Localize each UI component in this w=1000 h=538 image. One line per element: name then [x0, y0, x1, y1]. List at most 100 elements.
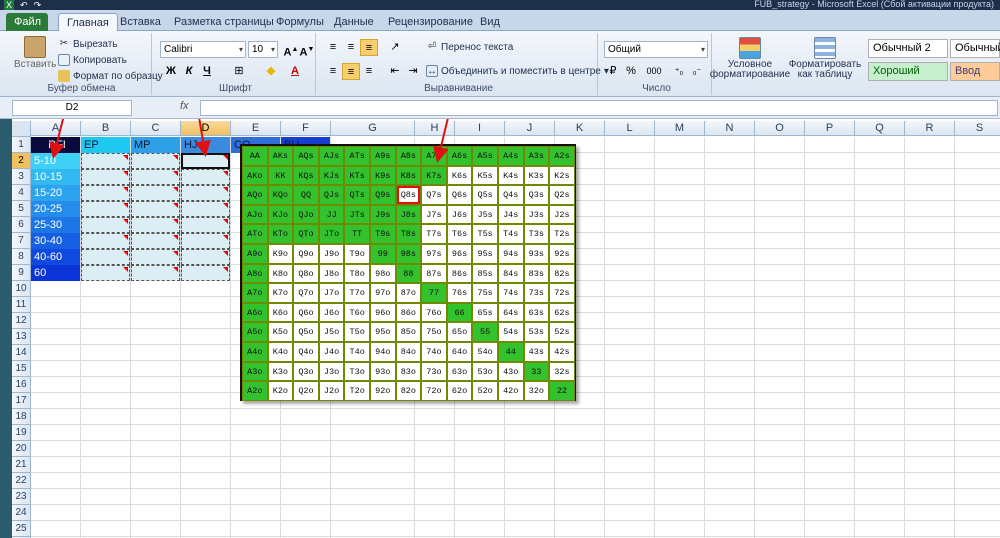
row-header-4[interactable]: 4	[12, 185, 31, 201]
undo-icon[interactable]: ↶	[20, 0, 28, 10]
hand-cell[interactable]: J5s	[472, 204, 498, 225]
row-header-22[interactable]: 22	[12, 473, 31, 489]
align-bottom-icon[interactable]: ≡	[360, 39, 378, 56]
redo-icon[interactable]: ↷	[34, 0, 42, 10]
style-normal-2[interactable]: Обычный 2	[868, 39, 948, 58]
hand-cell[interactable]: T6o	[344, 302, 370, 323]
hand-cell[interactable]: 87o	[395, 283, 422, 303]
hand-cell[interactable]: Q9s	[369, 185, 396, 205]
borders-icon[interactable]: ⊞	[230, 63, 248, 80]
font-size-select[interactable]: 10 ▾	[248, 41, 278, 58]
column-header-e[interactable]: E	[231, 121, 281, 136]
hand-cell[interactable]: Q3s	[523, 185, 550, 205]
hand-cell[interactable]: JTs	[344, 204, 370, 225]
font-color-icon[interactable]: A	[286, 63, 304, 80]
hand-cell[interactable]: KJo	[267, 204, 294, 225]
hand-cell[interactable]: 82o	[395, 381, 422, 401]
hand-cell[interactable]: 52o	[472, 381, 498, 401]
hand-cell[interactable]: ATo	[242, 224, 268, 244]
fx-icon[interactable]: fx	[180, 100, 189, 112]
range-cell[interactable]	[81, 201, 130, 217]
row-header-18[interactable]: 18	[12, 409, 31, 425]
decrease-indent-icon[interactable]: ⇤	[386, 63, 404, 80]
hand-cell[interactable]: 84o	[395, 341, 422, 362]
range-cell[interactable]	[81, 185, 130, 201]
hand-cell[interactable]: JTo	[318, 224, 345, 244]
hand-cell[interactable]: KTo	[267, 224, 294, 244]
hand-cell[interactable]: K6o	[267, 302, 294, 323]
column-header-a[interactable]: A	[31, 121, 81, 136]
hand-cell[interactable]: T9o	[344, 243, 370, 264]
row-header-17[interactable]: 17	[12, 393, 31, 409]
hand-cell[interactable]: A6o	[242, 302, 268, 323]
shrink-font-icon[interactable]: A▼	[298, 41, 316, 59]
row-header-16[interactable]: 16	[12, 377, 31, 393]
hand-cell[interactable]: 72o	[421, 381, 447, 401]
hand-cell[interactable]: 92s	[549, 243, 575, 264]
column-header-n[interactable]: N	[705, 121, 755, 136]
hand-cell[interactable]: A3s	[523, 146, 550, 166]
italic-button[interactable]: К	[180, 63, 198, 80]
orientation-icon[interactable]: ↗	[386, 39, 404, 56]
hand-cell[interactable]: K5s	[472, 165, 498, 186]
hand-cell[interactable]: A8s	[395, 146, 422, 166]
hand-cell[interactable]: Q5o	[293, 322, 319, 342]
style-normal[interactable]: Обычный	[950, 39, 1000, 58]
hand-cell[interactable]: 42s	[549, 341, 575, 362]
hand-cell[interactable]: 22	[549, 381, 575, 401]
hand-cell[interactable]: 73s	[523, 283, 550, 303]
hand-cell[interactable]: Q3o	[293, 361, 319, 382]
hand-cell[interactable]: J9o	[318, 243, 345, 264]
row-header-5[interactable]: 5	[12, 201, 31, 217]
rfi-stack-cell[interactable]: 30-40	[31, 233, 80, 249]
rfi-stack-cell[interactable]: 60	[31, 265, 80, 281]
select-all-corner[interactable]	[12, 121, 31, 137]
hand-cell[interactable]: KQs	[293, 165, 319, 186]
header-rfi[interactable]: RFI	[31, 137, 80, 153]
hand-cell[interactable]: K5o	[267, 322, 294, 342]
column-header-l[interactable]: L	[605, 121, 655, 136]
range-cell[interactable]	[181, 201, 230, 217]
header-ep[interactable]: EP	[81, 137, 130, 153]
range-cell[interactable]	[131, 201, 180, 217]
hand-cell[interactable]: T2s	[549, 224, 575, 244]
hand-cell[interactable]: 94s	[497, 243, 524, 264]
hand-cell[interactable]: 65o	[446, 322, 473, 342]
hand-cell[interactable]: T3o	[344, 361, 370, 382]
range-cell[interactable]	[131, 169, 180, 185]
hand-cell[interactable]: J8o	[318, 263, 345, 284]
hand-cell[interactable]: A5o	[242, 322, 268, 342]
hand-cell[interactable]: 63o	[446, 361, 473, 382]
hand-cell[interactable]: 62o	[446, 381, 473, 401]
range-cell[interactable]	[81, 265, 130, 281]
currency-icon[interactable]: ₽	[604, 63, 622, 80]
hand-cell[interactable]: K4s	[497, 165, 524, 186]
hand-cell[interactable]: A5s	[472, 146, 498, 166]
range-cell[interactable]	[81, 153, 130, 169]
hand-cell[interactable]: T7s	[421, 224, 447, 244]
hand-cell[interactable]: ATs	[344, 146, 370, 166]
hand-cell[interactable]: A3o	[242, 361, 268, 382]
hand-cell[interactable]: 95s	[472, 243, 498, 264]
hand-cell[interactable]: A2o	[242, 381, 268, 401]
percent-button[interactable]: %	[622, 63, 640, 80]
row-header-15[interactable]: 15	[12, 361, 31, 377]
hand-cell[interactable]: A8o	[242, 263, 268, 284]
hand-cell[interactable]: J3s	[523, 204, 550, 225]
tab-insert[interactable]: Вставка	[112, 13, 169, 31]
hand-cell[interactable]: AKo	[242, 165, 268, 186]
hand-cell[interactable]: 97o	[369, 283, 396, 303]
increase-indent-icon[interactable]: ⇥	[404, 63, 422, 80]
align-right-icon[interactable]: ≡	[360, 63, 378, 80]
tab-file[interactable]: Файл	[6, 13, 48, 31]
rfi-stack-cell[interactable]: 15-20	[31, 185, 80, 201]
excel-icon[interactable]: X	[4, 0, 15, 10]
hand-cell[interactable]: J7o	[318, 283, 345, 303]
cut-button[interactable]: ✂ Вырезать	[58, 38, 118, 50]
hand-cell[interactable]: Q9o	[293, 243, 319, 264]
style-input[interactable]: Ввод	[950, 62, 1000, 81]
range-cell[interactable]	[181, 185, 230, 201]
hand-cell[interactable]: T4o	[344, 341, 370, 362]
range-cell[interactable]	[131, 153, 180, 169]
hand-cell[interactable]: Q2s	[549, 185, 575, 205]
